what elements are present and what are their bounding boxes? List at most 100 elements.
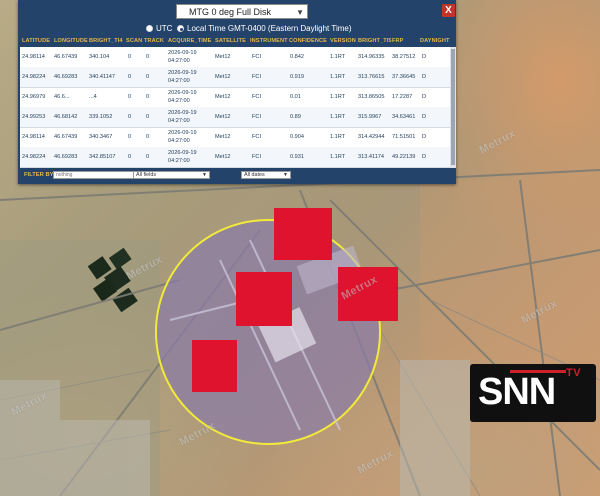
- local-time-label: Local Time GMT-0400 (Eastern Daylight Ti…: [187, 24, 352, 33]
- table-cell: 313.86505: [358, 94, 385, 100]
- table-cell: 342.85107: [89, 154, 116, 160]
- table-cell: 313.76615: [358, 74, 385, 80]
- table-cell: 0: [146, 94, 150, 100]
- table-cell: 0: [128, 54, 132, 60]
- close-button[interactable]: X: [442, 4, 455, 17]
- panel-header: MTG 0 deg Full Disk ▼ X: [18, 0, 456, 24]
- table-row[interactable]: 24.98114 46.67439 340.104 0 0 2026-09-19 04:27…: [20, 47, 450, 68]
- table-cell: 24.98224: [22, 154, 46, 160]
- table-cell: 2026-09-19: [168, 130, 197, 136]
- table-row[interactable]: 24.98224 46.69283 342.85107 0 0 2026-09-19 04:…: [20, 147, 450, 168]
- fire-data-panel: MTG 0 deg Full Disk ▼ X UTC Local Time G…: [18, 0, 456, 184]
- column-header[interactable]: SCAN: [126, 38, 142, 44]
- table-cell: 46.68142: [54, 114, 78, 120]
- table-cell: 38.27512: [392, 54, 416, 60]
- hotspot-marker[interactable]: [274, 208, 332, 260]
- table-row[interactable]: 24.96979 46.6... ...4 0 0 2026-09-19 04:27:00 M…: [20, 87, 450, 108]
- table-cell: 340.41147: [89, 74, 116, 80]
- table-cell: 34.63461: [392, 114, 416, 120]
- column-header[interactable]: LONGITUDE: [54, 38, 88, 44]
- table-cell: 0: [146, 114, 150, 120]
- hotspot-marker[interactable]: [236, 272, 292, 326]
- chevron-down-icon: ▼: [202, 172, 207, 178]
- table-cell: D: [422, 114, 427, 120]
- field-filter-value: All fields: [136, 172, 157, 178]
- table-cell: Met12: [215, 134, 231, 140]
- table-cell: 71.51501: [392, 134, 416, 140]
- table-cell: 0.89: [290, 114, 301, 120]
- column-header[interactable]: CONFIDENCE: [289, 38, 327, 44]
- table-cell: 46.67439: [54, 134, 78, 140]
- table-cell: 0: [128, 74, 132, 80]
- chevron-down-icon: ▼: [283, 172, 288, 178]
- column-header[interactable]: ACQUIRE_TIME: [168, 38, 211, 44]
- table-cell: FCI: [252, 94, 262, 100]
- table-cell: 46.6...: [54, 94, 70, 100]
- table-cell: Met12: [215, 74, 231, 80]
- table-cell: 04:27:00: [168, 78, 190, 84]
- column-header[interactable]: LATITUDE: [22, 38, 50, 44]
- column-header[interactable]: VERSION: [330, 38, 356, 44]
- table-cell: 339.1052: [89, 114, 113, 120]
- table-cell: 2026-09-19: [168, 50, 197, 56]
- column-header[interactable]: BRIGHT_TI5: [358, 38, 392, 44]
- logo-tv-text: TV: [566, 367, 582, 379]
- table-scrollbar[interactable]: [450, 47, 456, 168]
- table-cell: FCI: [252, 114, 262, 120]
- field-filter-select[interactable]: All fields ▼: [133, 171, 210, 179]
- table-cell: 46.69283: [54, 74, 78, 80]
- table-cell: 315.9967: [358, 114, 382, 120]
- table-cell: Met12: [215, 54, 231, 60]
- table-cell: FCI: [252, 154, 262, 160]
- table-cell: FCI: [252, 54, 262, 60]
- date-filter-select[interactable]: All dates ▼: [241, 171, 291, 179]
- column-header[interactable]: INSTRUMENT: [250, 38, 288, 44]
- column-header[interactable]: BRIGHT_TI4: [89, 38, 123, 44]
- utc-radio[interactable]: [146, 25, 153, 32]
- table-cell: FCI: [252, 134, 262, 140]
- source-select-value: MTG 0 deg Full Disk: [189, 7, 272, 17]
- table-cell: 24.99253: [22, 114, 46, 120]
- chevron-down-icon: ▼: [296, 8, 304, 17]
- timezone-selector: UTC Local Time GMT-0400 (Eastern Dayligh…: [18, 24, 456, 36]
- table-cell: 0: [146, 154, 150, 160]
- table-row[interactable]: 24.98114 46.67439 340.3467 0 0 2026-09-19 04:2…: [20, 127, 450, 148]
- hotspot-marker[interactable]: [192, 340, 237, 392]
- table-cell: Met12: [215, 114, 231, 120]
- table-cell: 313.41174: [358, 154, 385, 160]
- table-header: LATITUDE LONGITUDE BRIGHT_TI4 SCAN TRACK…: [20, 37, 456, 47]
- table-cell: 0: [146, 74, 150, 80]
- table-cell: 0: [128, 134, 132, 140]
- table-cell: 0.931: [290, 154, 304, 160]
- table-cell: 1.1RT: [330, 154, 346, 160]
- table-cell: Met12: [215, 94, 231, 100]
- source-select[interactable]: MTG 0 deg Full Disk ▼: [176, 4, 308, 19]
- table-cell: 2026-09-19: [168, 90, 197, 96]
- table-cell: D: [422, 134, 427, 140]
- date-filter-value: All dates: [244, 172, 265, 178]
- table-cell: 2026-09-19: [168, 110, 197, 116]
- table-cell: D: [422, 94, 427, 100]
- column-header[interactable]: SATELLITE: [215, 38, 246, 44]
- table-cell: 24.98114: [22, 54, 45, 60]
- table-row[interactable]: 24.98224 46.69283 340.41147 0 0 2026-09-19 04:…: [20, 67, 450, 88]
- table-cell: 24.96979: [22, 94, 46, 100]
- table-cell: 04:27:00: [168, 158, 190, 164]
- table-row[interactable]: 24.99253 46.68142 339.1052 0 0 2026-09-19 04:2…: [20, 107, 450, 128]
- table-cell: 0.904: [290, 134, 304, 140]
- table-cell: 17.2287: [392, 94, 413, 100]
- scrollbar-thumb[interactable]: [451, 49, 455, 165]
- column-header[interactable]: DAYNIGHT: [420, 38, 450, 44]
- column-header[interactable]: TRACK: [144, 38, 164, 44]
- table-cell: 0: [146, 54, 150, 60]
- table-cell: 340.3467: [89, 134, 113, 140]
- table-cell: 1.1RT: [330, 94, 346, 100]
- table-cell: 1.1RT: [330, 114, 346, 120]
- table-cell: 04:27:00: [168, 98, 190, 104]
- column-header[interactable]: FRP: [392, 38, 404, 44]
- table-cell: 0: [128, 154, 132, 160]
- utc-label: UTC: [156, 24, 173, 33]
- local-time-radio[interactable]: [177, 25, 184, 32]
- filter-bar: FILTER BY All fields ▼ All dates ▼: [18, 168, 456, 184]
- table-cell: D: [422, 154, 427, 160]
